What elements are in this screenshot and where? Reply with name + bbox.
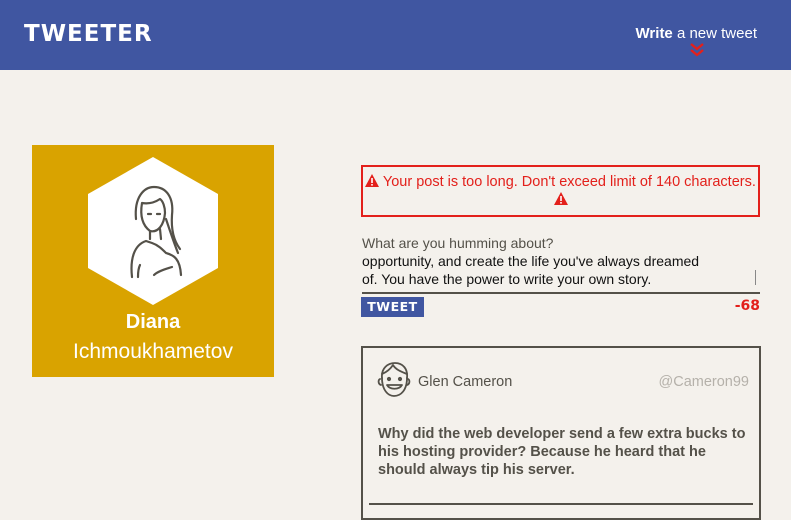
woman-avatar-icon (88, 157, 218, 305)
error-message-box: Your post is too long. Don't exceed limi… (361, 165, 760, 217)
profile-card: Diana Ichmoukhametov (32, 145, 274, 377)
text-caret (755, 270, 756, 285)
tweet-author-handle: @Cameron99 (658, 374, 749, 390)
tweet-textarea[interactable]: opportunity, and create the life you've … (362, 252, 760, 294)
textarea-line: opportunity, and create the life you've … (362, 253, 700, 269)
tweet-body: Why did the web developer send a few ext… (378, 426, 746, 478)
warning-icon (365, 174, 380, 187)
warning-icon (553, 192, 568, 205)
double-chevron-down-icon[interactable] (689, 43, 705, 57)
write-new-tweet-link[interactable]: Write a new tweet (636, 25, 757, 42)
compose-rest-label: a new tweet (672, 25, 757, 42)
profile-first-name: Diana (125, 311, 181, 333)
tweet-button[interactable]: TWEET (361, 297, 424, 317)
top-nav: TWEETER Write a new tweet (0, 0, 791, 70)
tweet-author-name: Glen Cameron (418, 374, 513, 390)
character-counter: -68 (734, 298, 760, 314)
smiling-man-avatar-icon (377, 362, 411, 397)
compose-bold-label: Write (635, 25, 673, 42)
profile-last-name: Ichmoukhametov (73, 340, 233, 363)
error-text: Your post is too long. Don't exceed limi… (382, 174, 756, 190)
tweet-input-label: What are you humming about? (362, 235, 554, 251)
textarea-line: of. You have the power to write your own… (362, 271, 652, 287)
tweet-card: Glen Cameron @Cameron99 Why did the web … (361, 346, 761, 520)
brand-logo[interactable]: TWEETER (24, 21, 153, 47)
